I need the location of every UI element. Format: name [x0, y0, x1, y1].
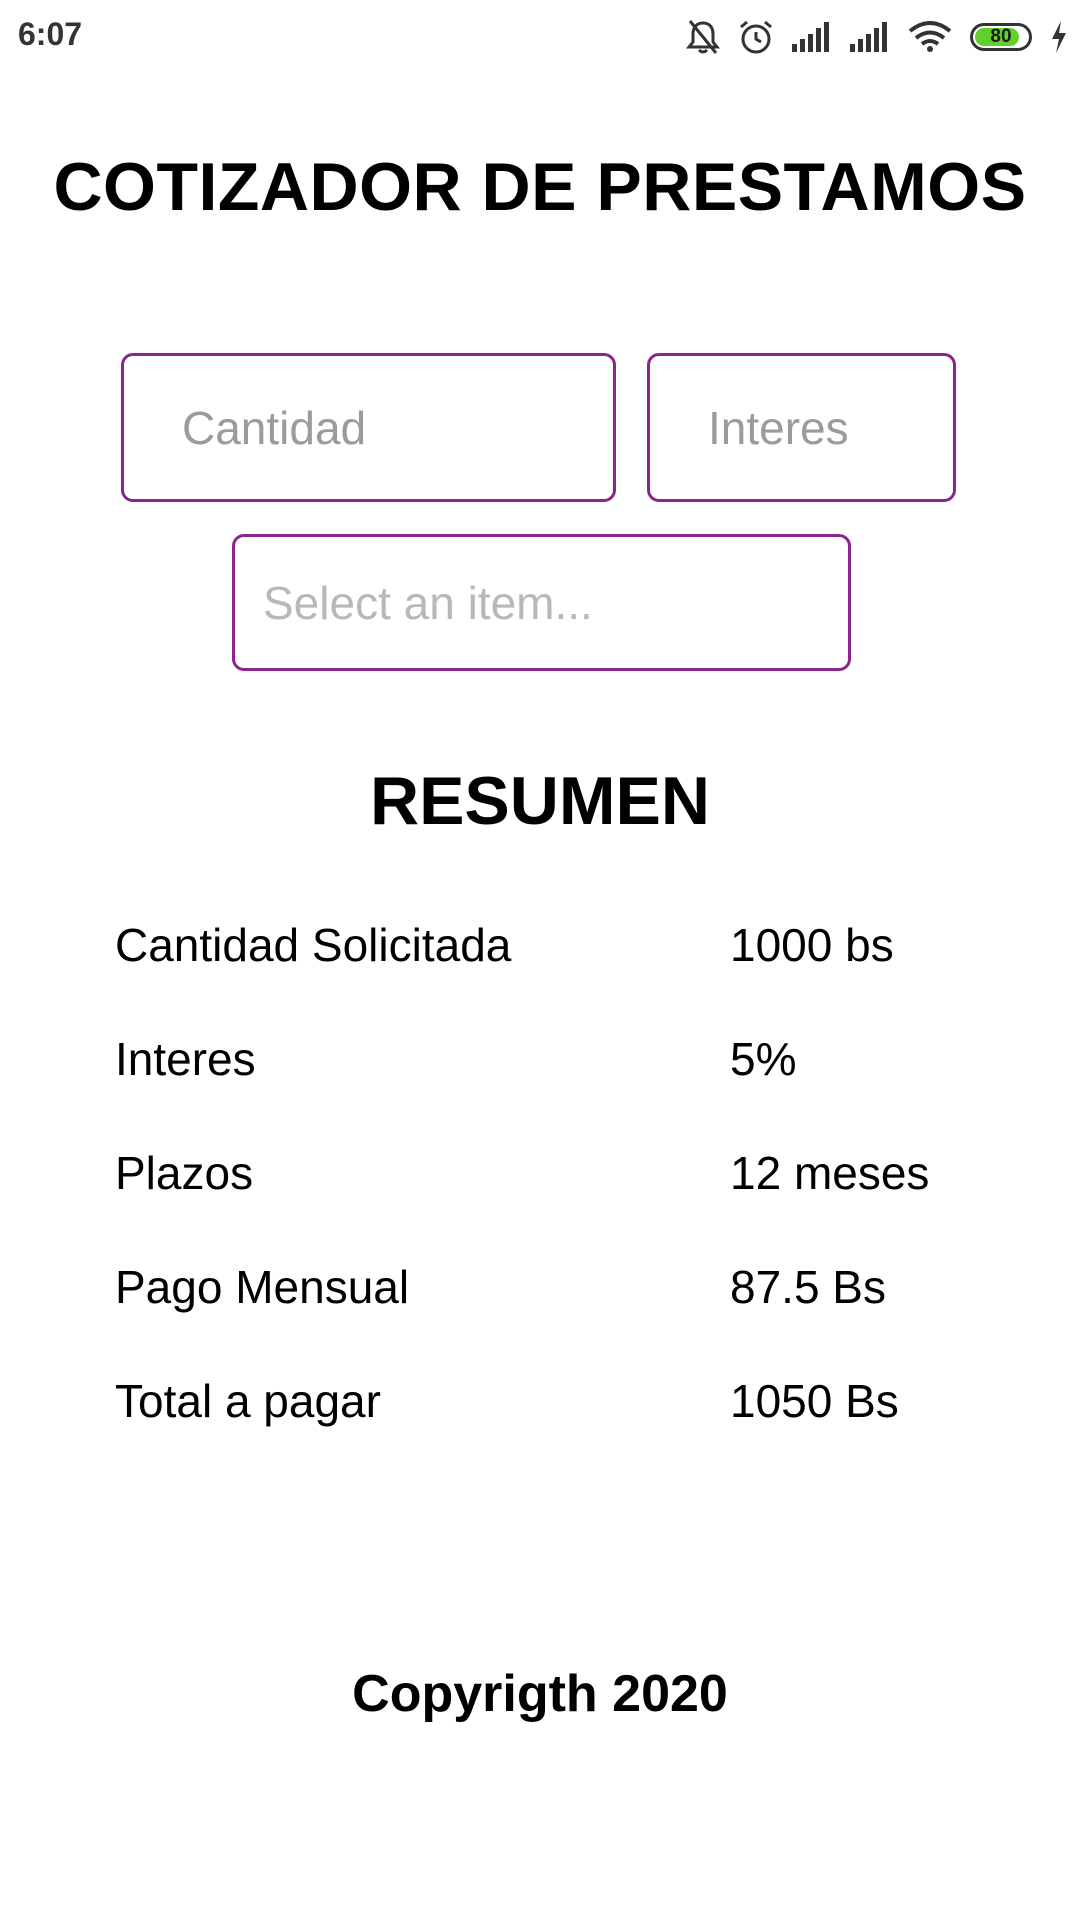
- status-bar: 6:07 80: [0, 0, 1080, 76]
- summary-table: Cantidad Solicitada 1000 bs Interes 5% P…: [115, 918, 975, 1488]
- summary-value: 5%: [730, 1033, 797, 1085]
- interes-field[interactable]: [647, 353, 956, 502]
- cantidad-input[interactable]: [124, 356, 613, 499]
- select-placeholder: Select an item...: [263, 576, 593, 629]
- summary-label: Total a pagar: [115, 1375, 381, 1427]
- summary-value: 1000 bs: [730, 919, 894, 971]
- summary-label: Cantidad Solicitada: [115, 919, 512, 971]
- summary-value: 87.5 Bs: [730, 1261, 886, 1313]
- summary-row-plazos: Plazos 12 meses: [115, 1146, 975, 1260]
- signal-icon: [792, 22, 832, 52]
- battery-level: 80: [990, 26, 1012, 47]
- summary-label: Interes: [115, 1033, 256, 1085]
- summary-row-cantidad: Cantidad Solicitada 1000 bs: [115, 918, 975, 1032]
- signal-icon: [850, 22, 890, 52]
- interes-input[interactable]: [650, 356, 953, 499]
- summary-value: 12 meses: [730, 1147, 930, 1199]
- copyright-text: Copyrigth 2020: [352, 1665, 728, 1723]
- cantidad-field[interactable]: [121, 353, 616, 502]
- summary-title: RESUMEN: [369, 763, 711, 839]
- summary-value: 1050 Bs: [730, 1375, 899, 1427]
- charging-icon: [1050, 21, 1068, 53]
- app-screen: 6:07 80 COTIZADOR DE PRESTAMOS Cantidad …: [0, 0, 1080, 1920]
- plazo-select[interactable]: Select an item...: [232, 534, 851, 671]
- summary-row-pago-mensual: Pago Mensual 87.5 Bs: [115, 1260, 975, 1374]
- wifi-icon: [908, 21, 952, 53]
- notifications-off-icon: [686, 19, 720, 55]
- status-icons: 80: [686, 14, 1068, 60]
- battery-icon: 80: [970, 23, 1032, 51]
- alarm-icon: [738, 19, 774, 55]
- page-title: COTIZADOR DE PRESTAMOS: [53, 149, 1027, 225]
- summary-row-interes: Interes 5%: [115, 1032, 975, 1146]
- summary-row-total: Total a pagar 1050 Bs: [115, 1374, 975, 1488]
- summary-label: Plazos: [115, 1147, 254, 1199]
- summary-label: Pago Mensual: [115, 1261, 410, 1313]
- status-time: 6:07: [18, 16, 83, 52]
